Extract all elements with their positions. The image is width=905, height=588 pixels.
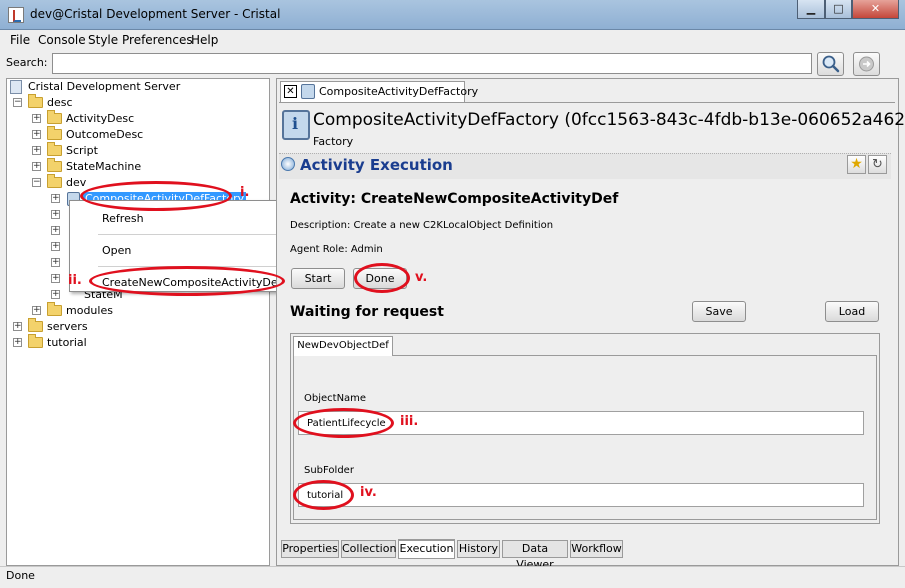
subfolder-label: SubFolder	[304, 465, 354, 476]
folder-icon	[47, 174, 62, 188]
status-text: Done	[6, 569, 35, 582]
menu-separator	[98, 234, 285, 235]
item-type: Factory	[313, 135, 354, 148]
folder-icon	[47, 302, 62, 316]
annotation-ring-ii	[89, 266, 285, 296]
item-tab[interactable]: ✕ CompositeActivityDefFactory	[280, 81, 478, 102]
menu-style[interactable]: Style	[88, 33, 118, 47]
folder-icon	[47, 158, 62, 172]
tab-properties[interactable]: Properties	[281, 540, 339, 558]
expand-icon[interactable]: +	[51, 210, 60, 219]
folder-icon	[47, 110, 62, 124]
activity-description: Description: Create a new C2KLocalObject…	[290, 220, 554, 231]
star-icon[interactable]: ★	[847, 155, 866, 174]
go-button[interactable]	[853, 52, 880, 76]
expand-icon[interactable]: +	[51, 290, 60, 299]
expand-icon[interactable]: +	[32, 146, 41, 155]
java-app-icon	[8, 7, 24, 23]
annotation-ring-iv	[293, 480, 354, 510]
maximize-button[interactable]: □	[825, 0, 852, 19]
expand-icon[interactable]: +	[51, 242, 60, 251]
collapse-icon[interactable]: −	[32, 178, 41, 187]
expand-icon[interactable]: +	[51, 226, 60, 235]
menu-bar: File Console Style Preferences Help	[0, 31, 905, 50]
annotation-label-iv: iv.	[360, 485, 377, 500]
folder-icon	[28, 94, 43, 108]
expand-icon[interactable]: +	[13, 338, 22, 347]
search-label: Search:	[6, 56, 48, 69]
search-input[interactable]	[52, 53, 812, 74]
activity-name: Activity: CreateNewCompositeActivityDef	[290, 191, 619, 207]
start-button[interactable]: Start	[291, 268, 345, 289]
status-bar: Done	[0, 566, 905, 588]
context-menu-open[interactable]: Open	[102, 244, 131, 257]
waiting-title: Waiting for request	[290, 304, 444, 320]
annotation-label-ii: ii.	[68, 273, 82, 288]
activity-execution-title: Activity Execution	[300, 156, 453, 174]
close-button[interactable]: ✕	[852, 0, 899, 19]
expand-icon[interactable]: +	[51, 274, 60, 283]
folder-icon	[28, 334, 43, 348]
annotation-ring-iii	[293, 408, 394, 438]
tab-workflow[interactable]: Workflow	[570, 540, 623, 558]
objectname-label: ObjectName	[304, 393, 367, 404]
expand-icon[interactable]: +	[13, 322, 22, 331]
window-title: dev@Cristal Development Server - Cristal	[30, 7, 281, 21]
collapse-icon[interactable]: −	[13, 98, 22, 107]
tab-newdevobjectdef[interactable]: NewDevObjectDef	[293, 336, 393, 356]
subfolder-field[interactable]	[298, 483, 864, 507]
annotation-label-v: v.	[415, 270, 428, 285]
folder-icon	[47, 126, 62, 140]
magnifier-icon	[822, 55, 840, 73]
tree-panel[interactable]	[6, 78, 270, 566]
factory-item-icon	[301, 84, 315, 99]
title-bar: dev@Cristal Development Server - Cristal…	[0, 0, 905, 30]
menu-file[interactable]: File	[10, 33, 30, 47]
close-tab-icon[interactable]: ✕	[284, 85, 297, 98]
load-button[interactable]: Load	[825, 301, 879, 322]
tab-history[interactable]: History	[457, 540, 500, 558]
minimize-button[interactable]: ▁	[797, 0, 825, 19]
info-icon	[281, 157, 295, 171]
agent-role: Agent Role: Admin	[290, 244, 383, 255]
expand-icon[interactable]: +	[51, 194, 60, 203]
factory-item-icon	[282, 110, 310, 140]
refresh-icon[interactable]: ↻	[868, 155, 887, 174]
tab-execution[interactable]: Execution	[398, 539, 455, 559]
annotation-label-iii: iii.	[400, 414, 419, 429]
folder-icon	[47, 142, 62, 156]
expand-icon[interactable]: +	[32, 114, 41, 123]
search-bar: Search:	[0, 50, 905, 78]
annotation-ring-v	[354, 263, 410, 293]
folder-icon	[28, 318, 43, 332]
menu-help[interactable]: Help	[191, 33, 218, 47]
go-icon	[859, 56, 874, 72]
search-button[interactable]	[817, 52, 844, 76]
tab-data-viewer[interactable]: Data Viewer	[502, 540, 568, 571]
expand-icon[interactable]: +	[51, 258, 60, 267]
annotation-label-i: i.	[240, 185, 250, 200]
menu-console[interactable]: Console	[38, 33, 86, 47]
expand-icon[interactable]: +	[32, 130, 41, 139]
context-menu-refresh[interactable]: Refresh	[102, 212, 144, 225]
menu-preferences[interactable]: Preferences	[122, 33, 193, 47]
annotation-ring-i	[80, 181, 232, 211]
expand-icon[interactable]: +	[32, 306, 41, 315]
item-title: CompositeActivityDefFactory (0fcc1563-84…	[313, 110, 905, 130]
server-icon	[10, 80, 22, 94]
tab-collection[interactable]: Collection	[341, 540, 396, 558]
save-button[interactable]: Save	[692, 301, 746, 322]
expand-icon[interactable]: +	[32, 162, 41, 171]
